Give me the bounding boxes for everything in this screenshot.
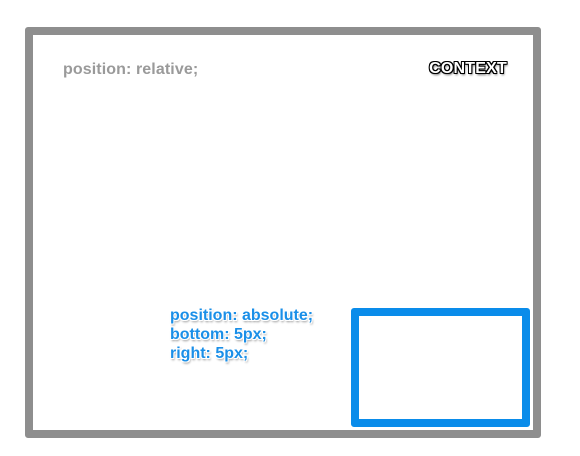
absolute-code-line-bottom: bottom: 5px;	[170, 326, 267, 343]
context-label: CONTEXT	[429, 60, 507, 77]
absolute-child-box	[351, 308, 530, 427]
absolute-position-code: position: absolute; bottom: 5px; right: …	[170, 306, 313, 363]
absolute-code-line-right: right: 5px;	[170, 345, 249, 362]
diagram-stage: position: relative; CONTEXT position: ab…	[0, 0, 580, 456]
relative-position-label: position: relative;	[63, 61, 199, 78]
relative-container-box: position: relative; CONTEXT position: ab…	[25, 27, 541, 438]
absolute-code-line-position: position: absolute;	[170, 307, 314, 324]
